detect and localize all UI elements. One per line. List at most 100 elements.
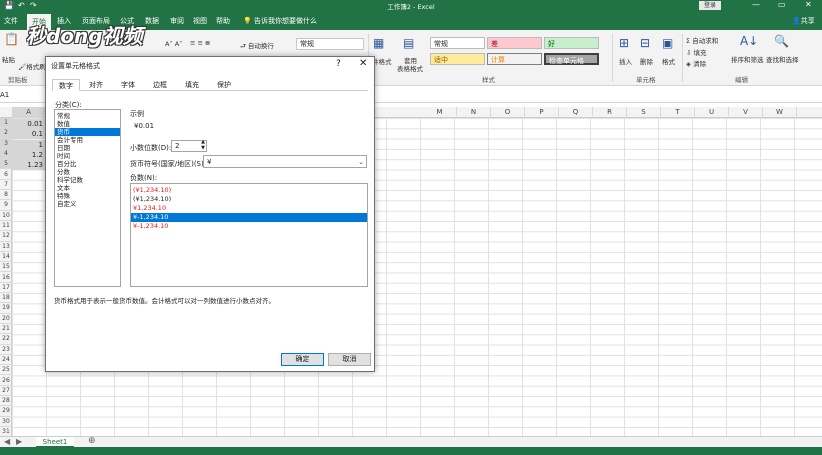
row-header[interactable]: 3 [0, 138, 12, 149]
cell-a1[interactable]: 0.01 [12, 119, 45, 129]
row-header[interactable]: 30 [0, 417, 12, 427]
ok-button[interactable]: 确定 [281, 353, 324, 366]
find-icon[interactable]: 🔍 [774, 34, 789, 48]
row-header[interactable]: 27 [0, 386, 12, 397]
row-header[interactable]: 11 [0, 221, 12, 232]
row-header[interactable]: 24 [0, 355, 12, 366]
column-header[interactable]: U [695, 107, 729, 118]
tab-help[interactable]: 帮助 [216, 16, 230, 26]
row-header[interactable]: 4 [0, 148, 12, 160]
row-header[interactable]: 19 [0, 303, 12, 314]
fill-button[interactable]: ⇩ 填充 [686, 47, 707, 57]
row-header[interactable]: 13 [0, 242, 12, 252]
prev-sheet-icon[interactable]: ◀ [4, 437, 10, 446]
column-header[interactable]: N [457, 107, 491, 118]
style-neutral[interactable]: 适中 [430, 53, 485, 65]
row-header[interactable]: 20 [0, 314, 12, 324]
negative-format-item-selected[interactable]: ¥-1,234.10 [131, 213, 367, 222]
category-item[interactable]: 日期 [55, 144, 120, 152]
negative-format-item[interactable]: ¥-1,234.10 [131, 222, 367, 231]
category-list[interactable]: 常规 数值 货币 会计专用 日期 时间 百分比 分数 科学记数 文本 特殊 自定… [54, 109, 121, 287]
row-header[interactable]: 16 [0, 273, 12, 283]
delete-cells-label[interactable]: 删除 [640, 56, 653, 66]
category-item[interactable]: 自定义 [55, 200, 120, 208]
category-item[interactable]: 分数 [55, 168, 120, 176]
style-good[interactable]: 好 [544, 37, 599, 49]
column-header[interactable]: V [729, 107, 763, 118]
clear-button[interactable]: ◈ 清除 [686, 58, 706, 68]
cell-a2[interactable]: 0.1 [12, 129, 45, 139]
category-item[interactable]: 百分比 [55, 160, 120, 168]
row-header[interactable]: 1 [0, 118, 12, 129]
row-header[interactable]: 18 [0, 293, 12, 304]
column-header[interactable]: O [491, 107, 525, 118]
paste-icon[interactable]: 📋 [4, 32, 19, 46]
negative-format-item[interactable]: (¥1,234.10) [131, 195, 367, 204]
negative-numbers-list[interactable]: (¥1,234.10) (¥1,234.10) ¥1,234.10 ¥-1,23… [130, 183, 368, 287]
autosum-button[interactable]: Σ 自动求和 [686, 35, 718, 45]
paste-label[interactable]: 粘贴 [2, 54, 15, 64]
tab-file[interactable]: 文件 [4, 16, 18, 26]
row-header[interactable]: 10 [0, 211, 12, 221]
tab-alignment[interactable]: 对齐 [84, 79, 108, 91]
column-header[interactable]: R [593, 107, 627, 118]
format-painter-button[interactable]: 🖌格式刷 [18, 61, 46, 71]
category-item[interactable]: 科学记数 [55, 176, 120, 184]
row-header[interactable]: 6 [0, 170, 12, 180]
style-check-cell[interactable]: 检查单元格 [544, 53, 599, 65]
cell-a5[interactable]: 1.23 [12, 160, 45, 170]
dialog-close-button[interactable]: ✕ [359, 58, 367, 69]
tab-review[interactable]: 审阅 [170, 16, 184, 26]
row-header[interactable]: 15 [0, 262, 12, 273]
category-item[interactable]: 数值 [55, 120, 120, 128]
find-select-label[interactable]: 查找和选择 [766, 54, 799, 64]
close-button[interactable]: ✕ [805, 0, 812, 9]
tab-number[interactable]: 数字 [52, 79, 80, 91]
sort-filter-label[interactable]: 排序和筛选 [731, 54, 764, 64]
login-button[interactable]: 登录 [699, 1, 721, 10]
spin-arrows-icon[interactable]: ▲ ▼ [201, 139, 205, 151]
row-header[interactable]: 23 [0, 345, 12, 355]
negative-format-item[interactable]: ¥1,234.10 [131, 204, 367, 213]
row-header[interactable]: 22 [0, 334, 12, 345]
row-header[interactable]: 5 [0, 159, 12, 170]
row-header[interactable]: 2 [0, 128, 12, 139]
tab-protection[interactable]: 保护 [212, 79, 236, 91]
row-header[interactable]: 14 [0, 252, 12, 263]
conditional-format-icon[interactable]: ▦ [373, 36, 384, 50]
font-grow-icon[interactable]: A˄ A˅ [165, 40, 182, 48]
cell-a4[interactable]: 1.2 [12, 150, 45, 160]
category-item-selected[interactable]: 货币 [55, 128, 120, 136]
row-header[interactable]: 29 [0, 406, 12, 417]
style-bad[interactable]: 差 [487, 37, 542, 49]
column-header[interactable]: M [423, 107, 457, 118]
row-header[interactable]: 7 [0, 180, 12, 191]
row-header[interactable]: 25 [0, 365, 12, 376]
table-format-icon[interactable]: ▤ [403, 36, 414, 50]
next-sheet-icon[interactable]: ▶ [16, 437, 22, 446]
category-item[interactable]: 特殊 [55, 192, 120, 200]
category-item[interactable]: 文本 [55, 184, 120, 192]
tab-font[interactable]: 字体 [116, 79, 140, 91]
tab-view[interactable]: 视图 [193, 16, 207, 26]
row-header[interactable]: 28 [0, 396, 12, 407]
wrap-text-button[interactable]: ⮐ 自动换行 [240, 40, 274, 53]
align-icon[interactable]: ≡ ≡ ≣ [190, 39, 210, 47]
column-header[interactable]: P [525, 107, 559, 118]
number-format-select[interactable]: 常规 [296, 38, 364, 50]
tab-border[interactable]: 边框 [148, 79, 172, 91]
insert-cells-icon[interactable]: ⊞ [619, 36, 629, 50]
style-normal[interactable]: 常规 [430, 37, 485, 49]
tell-me-search[interactable]: 💡 告诉我你想要做什么 [243, 16, 317, 26]
column-header[interactable]: Q [559, 107, 593, 118]
format-cells-icon[interactable]: ▣ [662, 36, 673, 50]
delete-cells-icon[interactable]: ⊟ [640, 36, 650, 50]
tab-data[interactable]: 数据 [145, 16, 159, 26]
currency-symbol-select[interactable]: ¥ ⌄ [203, 155, 367, 168]
row-header[interactable]: 17 [0, 283, 12, 294]
help-button[interactable]: ? [336, 59, 341, 69]
insert-cells-label[interactable]: 插入 [619, 56, 632, 66]
row-header[interactable]: 12 [0, 231, 12, 242]
style-calculation[interactable]: 计算 [487, 53, 542, 65]
row-header[interactable]: 21 [0, 324, 12, 335]
